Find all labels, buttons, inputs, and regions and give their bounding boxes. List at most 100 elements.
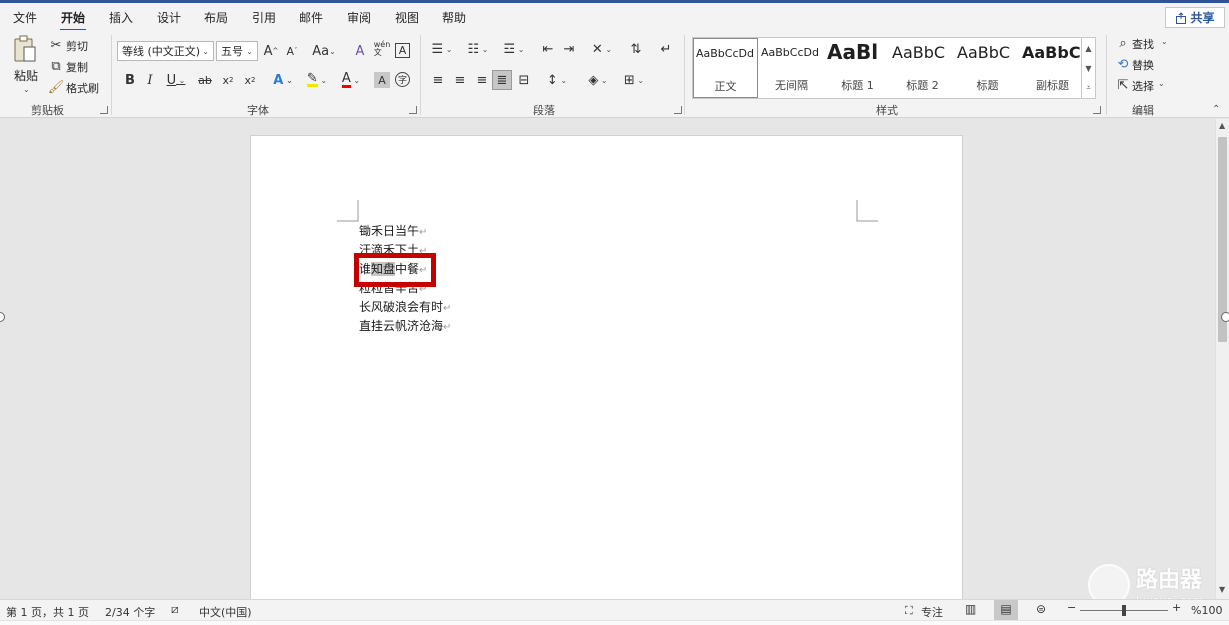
bold-icon[interactable]: B bbox=[122, 72, 138, 88]
gallery-scroll-down-icon[interactable]: ▼ bbox=[1081, 58, 1095, 78]
tab-review[interactable]: 审阅 bbox=[347, 9, 371, 26]
gallery-more-icon[interactable]: ⩡ bbox=[1081, 78, 1095, 98]
status-bar: 第 1 页，共 1 页 2/34 个字 ⧄ 中文(中国) ⛶ 专注 ▥ ▤ ⊜ … bbox=[0, 599, 1229, 620]
style-heading-2[interactable]: AaBbC 标题 2 bbox=[890, 38, 955, 98]
focus-button[interactable]: 专注 bbox=[921, 604, 943, 620]
text-line[interactable]: 直挂云帆济沧海↵ bbox=[359, 317, 451, 336]
style-heading-1[interactable]: AaBl 标题 1 bbox=[825, 38, 890, 98]
page-count[interactable]: 第 1 页，共 1 页 bbox=[6, 604, 89, 620]
text-effects-icon[interactable]: A ⌄ bbox=[270, 72, 296, 88]
italic-icon[interactable]: I bbox=[142, 72, 158, 88]
font-color-icon[interactable]: A ⌄ bbox=[338, 72, 364, 88]
multilevel-list-icon[interactable]: ☲ ⌄ bbox=[500, 41, 528, 57]
tab-design[interactable]: 设计 bbox=[157, 9, 181, 26]
tab-file[interactable]: 文件 bbox=[13, 9, 37, 26]
tab-help[interactable]: 帮助 bbox=[442, 9, 466, 26]
change-case-icon[interactable]: Aa ⌄ bbox=[311, 43, 337, 59]
chinese-layout-icon[interactable]: ✕ ⌄ bbox=[588, 41, 616, 57]
style-preview: AaBbC bbox=[1022, 43, 1081, 62]
zoom-slider[interactable] bbox=[1080, 605, 1168, 616]
tab-home[interactable]: 开始 bbox=[59, 9, 87, 32]
align-left-icon[interactable]: ≡ bbox=[430, 72, 446, 88]
tab-view[interactable]: 视图 bbox=[395, 9, 419, 26]
shrink-font-icon[interactable]: Aˇ bbox=[284, 43, 300, 59]
zoom-out-icon[interactable]: − bbox=[1067, 601, 1076, 614]
scroll-down-icon[interactable]: ▼ bbox=[1219, 585, 1225, 594]
tab-layout[interactable]: 布局 bbox=[204, 9, 228, 26]
font-size-select[interactable]: 五号 ⌄ bbox=[216, 41, 258, 61]
style-normal[interactable]: AaBbCcDd 正文 bbox=[693, 38, 758, 98]
font-launcher-icon[interactable] bbox=[409, 106, 417, 114]
line-spacing-icon[interactable]: ↕ ⌄ bbox=[543, 72, 571, 88]
read-mode-icon[interactable]: ▥ bbox=[965, 602, 976, 616]
right-resize-handle-icon[interactable] bbox=[1221, 312, 1229, 322]
paragraph-mark-icon: ↵ bbox=[443, 322, 452, 333]
document-page[interactable]: 锄禾日当午↵ 汗滴禾下土↵ 谁知盘中餐↵ 粒粒皆辛苦↵ 长风破浪会有时↵ 直挂云… bbox=[250, 135, 963, 605]
borders-icon[interactable]: ⊞ ⌄ bbox=[620, 72, 648, 88]
style-name: 标题 bbox=[976, 79, 999, 92]
focus-icon: ⛶ bbox=[905, 604, 913, 617]
decrease-indent-icon[interactable]: ⇤ bbox=[540, 41, 556, 57]
select-button[interactable]: 选择 bbox=[1132, 78, 1154, 94]
collapse-ribbon-icon[interactable]: ⌃ bbox=[1212, 104, 1220, 115]
language-status[interactable]: 中文(中国) bbox=[199, 604, 252, 620]
clipboard-launcher-icon[interactable] bbox=[100, 106, 108, 114]
highlight-color-icon[interactable]: ✎ ⌄ bbox=[304, 72, 330, 88]
superscript-icon[interactable]: x2 bbox=[242, 72, 258, 88]
text-line[interactable]: 锄禾日当午↵ bbox=[359, 222, 451, 241]
copy-button[interactable]: 复制 bbox=[66, 59, 88, 75]
grow-font-icon[interactable]: A ^ bbox=[263, 43, 279, 59]
bullets-icon[interactable]: ☰ ⌄ bbox=[428, 41, 456, 57]
group-divider bbox=[1106, 35, 1107, 115]
underline-icon[interactable]: U ⌄ bbox=[163, 72, 189, 88]
font-name-select[interactable]: 等线 (中文正文) ⌄ bbox=[117, 41, 214, 61]
styles-launcher-icon[interactable] bbox=[1093, 106, 1101, 114]
chevron-down-icon[interactable]: ⌄ bbox=[1161, 37, 1168, 46]
format-painter-button[interactable]: 格式刷 bbox=[66, 80, 99, 96]
word-count[interactable]: 2/34 个字 bbox=[105, 604, 155, 620]
style-title[interactable]: AaBbC 标题 bbox=[955, 38, 1020, 98]
phonetic-guide-icon[interactable]: wén 文 bbox=[374, 41, 391, 57]
shading-icon[interactable]: ◈ ⌄ bbox=[584, 72, 612, 88]
paste-button[interactable]: 粘贴 ⌄ bbox=[12, 35, 40, 95]
text-line[interactable]: 长风破浪会有时↵ bbox=[359, 298, 451, 317]
clear-formatting-icon[interactable]: A bbox=[352, 43, 368, 59]
tab-references[interactable]: 引用 bbox=[252, 9, 276, 26]
gallery-scroll-up-icon[interactable]: ▲ bbox=[1081, 38, 1095, 58]
sort-icon[interactable]: ⇅ bbox=[628, 41, 644, 57]
vertical-scrollbar[interactable]: ▲ ▼ bbox=[1215, 119, 1229, 599]
cut-button[interactable]: 剪切 bbox=[66, 38, 88, 54]
web-layout-icon[interactable]: ⊜ bbox=[1036, 602, 1046, 616]
character-border-icon[interactable]: A bbox=[395, 43, 410, 58]
character-shading-icon[interactable]: A bbox=[374, 72, 390, 88]
style-subtitle[interactable]: AaBbC 副标题 bbox=[1020, 38, 1085, 98]
zoom-slider-thumb[interactable] bbox=[1122, 605, 1126, 616]
numbering-icon[interactable]: ☷ ⌄ bbox=[464, 41, 492, 57]
distributed-icon[interactable]: ⊟ bbox=[516, 72, 532, 88]
scroll-up-icon[interactable]: ▲ bbox=[1219, 121, 1225, 130]
justify-icon[interactable]: ≣ bbox=[492, 70, 512, 90]
subscript-icon[interactable]: x2 bbox=[220, 72, 236, 88]
style-no-spacing[interactable]: AaBbCcDd 无间隔 bbox=[759, 38, 824, 98]
highlight-annotation-box bbox=[354, 253, 436, 287]
replace-button[interactable]: 替换 bbox=[1132, 57, 1154, 73]
style-name: 无间隔 bbox=[775, 79, 808, 92]
paste-label: 粘贴 bbox=[14, 69, 39, 83]
left-resize-handle-icon[interactable] bbox=[0, 312, 5, 322]
enclose-characters-icon[interactable]: 字 bbox=[395, 72, 410, 87]
find-button[interactable]: 查找 bbox=[1132, 36, 1154, 52]
tab-mailings[interactable]: 邮件 bbox=[299, 9, 323, 26]
print-layout-icon[interactable]: ▤ bbox=[994, 600, 1018, 620]
zoom-in-icon[interactable]: + bbox=[1172, 601, 1181, 614]
proofing-icon[interactable]: ⧄ bbox=[171, 602, 179, 617]
increase-indent-icon[interactable]: ⇥ bbox=[561, 41, 577, 57]
paragraph-launcher-icon[interactable] bbox=[674, 106, 682, 114]
share-button[interactable]: 共享 bbox=[1165, 7, 1225, 28]
zoom-level[interactable]: %100 bbox=[1191, 604, 1222, 617]
align-center-icon[interactable]: ≡ bbox=[452, 72, 468, 88]
align-right-icon[interactable]: ≡ bbox=[474, 72, 490, 88]
chevron-down-icon[interactable]: ⌄ bbox=[1158, 79, 1165, 88]
show-marks-icon[interactable]: ↵ bbox=[658, 41, 674, 57]
tab-insert[interactable]: 插入 bbox=[109, 9, 133, 26]
strikethrough-icon[interactable]: ab bbox=[197, 72, 213, 88]
